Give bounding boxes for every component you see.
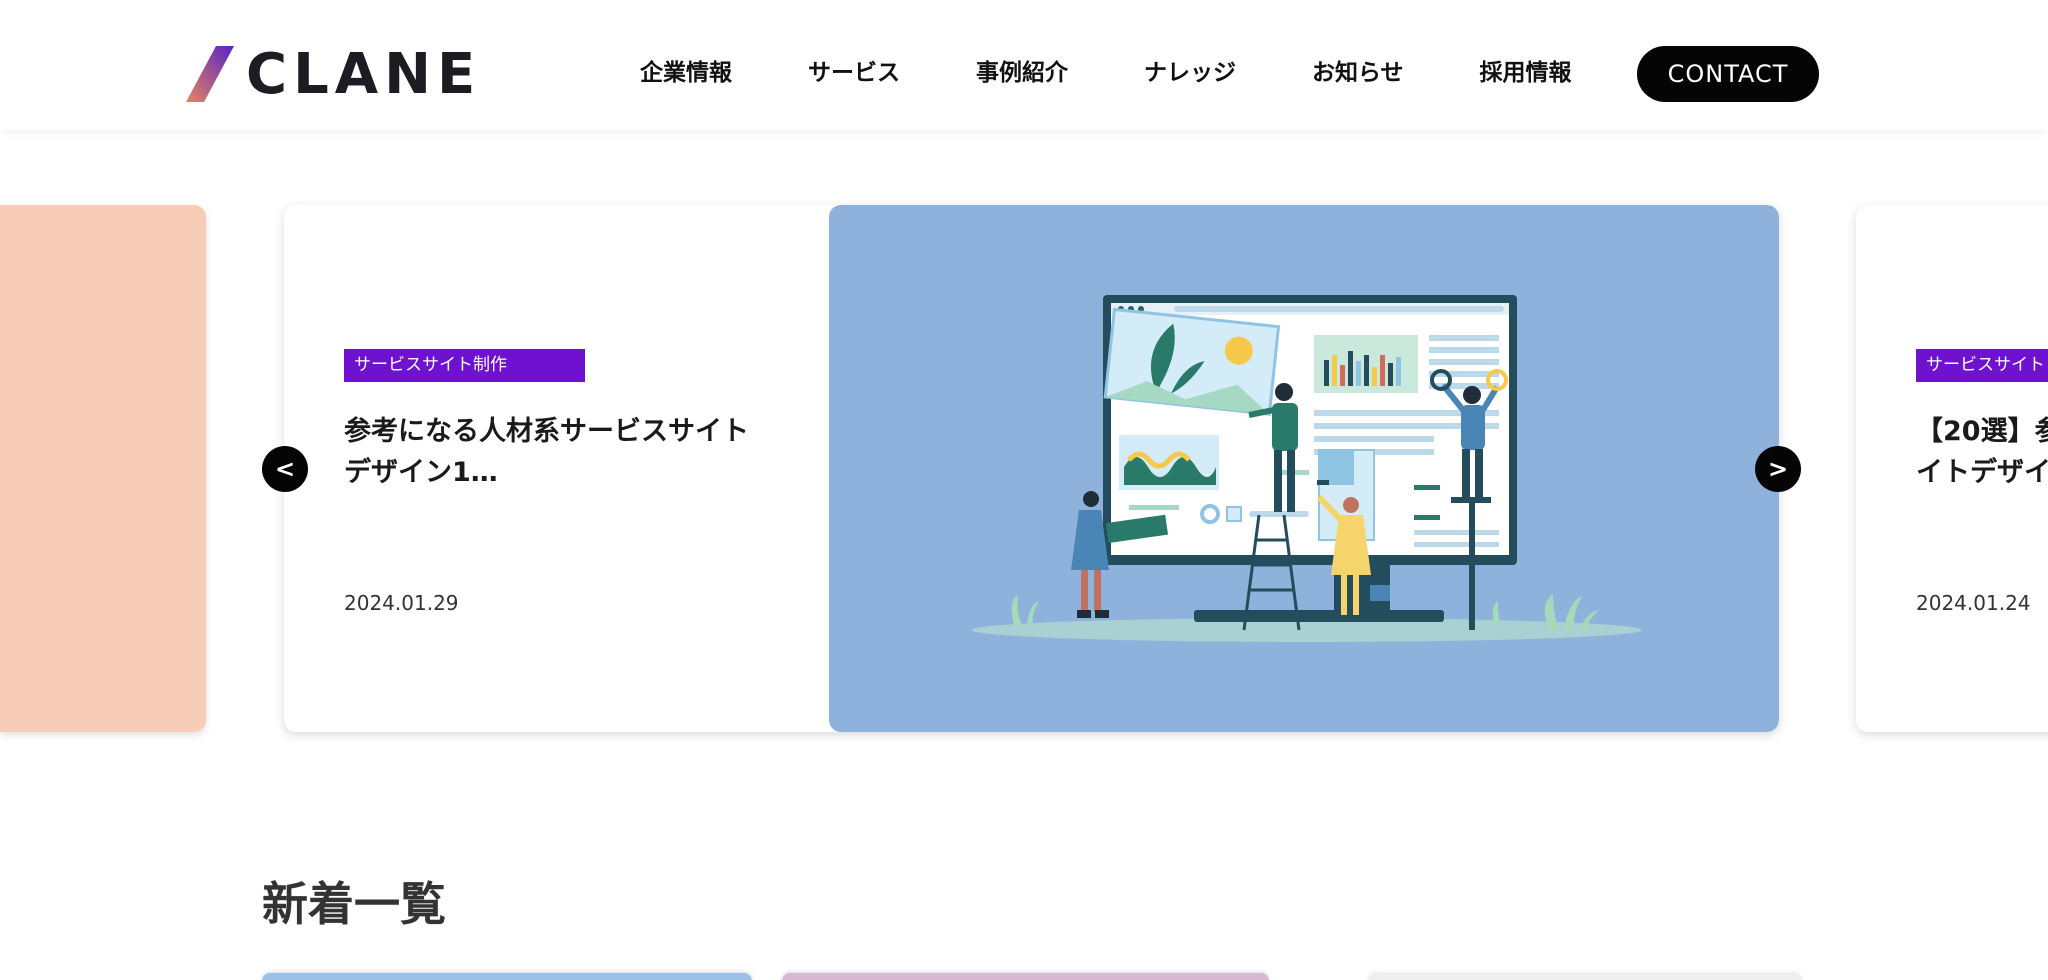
logo-text: CLANE [246,42,482,107]
clane-logo[interactable]: CLANE [186,44,475,106]
carousel-prev-card[interactable] [0,205,206,732]
site-header: CLANE 企業情報 サービス 事例紹介 ナレッジ お知らせ 採用情報 CONT… [0,0,2048,130]
category-tag[interactable]: サービスサイト [1916,349,2048,382]
web-design-illustration [972,295,1642,642]
nav-item-knowledge[interactable]: ナレッジ [1144,46,1236,100]
article-date: 2024.01.24 [1916,591,2031,615]
article-card[interactable] [262,973,752,980]
article-card[interactable] [1368,973,1802,980]
article-title[interactable]: 参考になる人材系サービスサイトデザイン1… [344,411,764,493]
carousel-prev-button[interactable]: < [262,446,308,492]
article-title[interactable]: 【20選】参 イトデザイ [1916,411,2048,493]
carousel-next-card[interactable]: サービスサイト 【20選】参 イトデザイ 2024.01.24 [1856,205,2048,732]
nav-item-company[interactable]: 企業情報 [640,46,732,100]
article-thumbnail[interactable] [829,205,1779,732]
article-date: 2024.01.29 [344,591,459,615]
nav-item-news[interactable]: お知らせ [1312,46,1404,100]
logo-slash-icon [186,46,234,102]
category-tag[interactable]: サービスサイト制作 [344,349,585,382]
nav-item-recruit[interactable]: 採用情報 [1480,46,1572,100]
contact-button[interactable]: CONTACT [1637,46,1819,102]
main-nav: 企業情報 サービス 事例紹介 ナレッジ お知らせ 採用情報 [640,46,1572,100]
carousel-next-button[interactable]: > [1755,446,1801,492]
section-title: 新着一覧 [262,877,446,931]
article-card[interactable] [782,973,1269,980]
nav-item-cases[interactable]: 事例紹介 [976,46,1068,100]
carousel-current-card[interactable]: サービスサイト制作 参考になる人材系サービスサイトデザイン1… 2024.01.… [284,205,1779,732]
nav-item-services[interactable]: サービス [808,46,900,100]
